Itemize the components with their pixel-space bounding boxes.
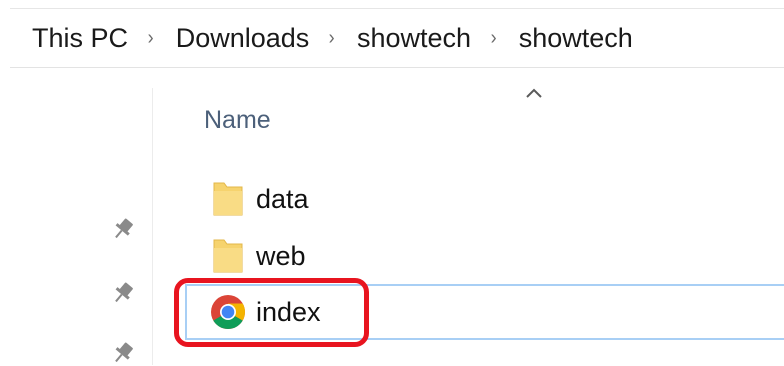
file-name: web (256, 240, 306, 271)
folder-icon (208, 236, 248, 276)
breadcrumb-showtech[interactable]: showtech (336, 23, 477, 54)
breadcrumb: This PC › Downloads › showtech › showtec… (10, 8, 784, 68)
column-header-name[interactable]: Name (204, 106, 271, 135)
pin-icon[interactable] (110, 216, 136, 242)
breadcrumb-showtech-current[interactable]: showtech (498, 23, 639, 54)
sort-ascending-icon[interactable] (524, 86, 544, 100)
pin-icon[interactable] (110, 280, 136, 306)
chevron-right-icon[interactable]: › (478, 27, 497, 50)
nav-pane-divider[interactable] (152, 88, 153, 365)
list-item-web[interactable]: web (196, 233, 306, 279)
breadcrumb-this-pc[interactable]: This PC (10, 23, 134, 54)
list-item-data[interactable]: data (196, 176, 309, 222)
breadcrumb-downloads[interactable]: Downloads (155, 23, 316, 54)
file-name: data (256, 183, 309, 214)
chevron-right-icon[interactable]: › (135, 27, 154, 50)
folder-icon (208, 179, 248, 219)
pin-icon[interactable] (110, 340, 136, 366)
chevron-right-icon[interactable]: › (316, 27, 335, 50)
highlight-annotation (174, 278, 369, 347)
